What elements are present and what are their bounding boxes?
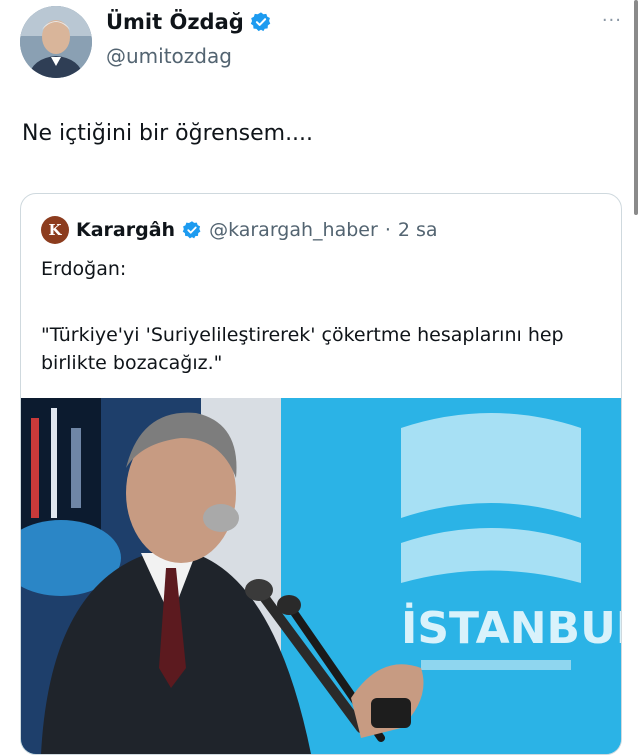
- separator-dot: ·: [384, 219, 391, 241]
- quoted-tweet-photo[interactable]: İSTANBUL: [21, 398, 621, 754]
- quoted-tweet-card[interactable]: K Karargâh @karargah_haber · 2 sa Erdoğa…: [20, 193, 622, 755]
- scrollbar[interactable]: [634, 0, 638, 215]
- avatar-image: [20, 6, 92, 78]
- karargah-logo-icon[interactable]: K: [41, 216, 69, 244]
- quoted-author-name[interactable]: Karargâh: [76, 219, 175, 241]
- quoted-text-line1: Erdoğan:: [41, 258, 127, 280]
- verified-badge-icon: [182, 221, 201, 239]
- photo-sign-text: İSTANBUL: [401, 601, 621, 654]
- author-name[interactable]: Ümit Özdağ: [106, 10, 244, 34]
- quoted-timestamp[interactable]: 2 sa: [398, 219, 438, 241]
- quoted-text-quote: "Türkiye'yi 'Suriyelileştirerek' çökertm…: [41, 324, 564, 374]
- author-avatar[interactable]: [20, 6, 92, 78]
- quoted-tweet-header: K Karargâh @karargah_haber · 2 sa: [41, 216, 438, 244]
- verified-badge-icon: [250, 12, 271, 32]
- more-options-icon[interactable]: ···: [602, 10, 622, 31]
- author-handle[interactable]: @umitozdag: [106, 44, 232, 68]
- quoted-author-handle[interactable]: @karargah_haber: [209, 219, 378, 241]
- tweet-text: Ne içtiğini bir öğrensem....: [22, 121, 314, 146]
